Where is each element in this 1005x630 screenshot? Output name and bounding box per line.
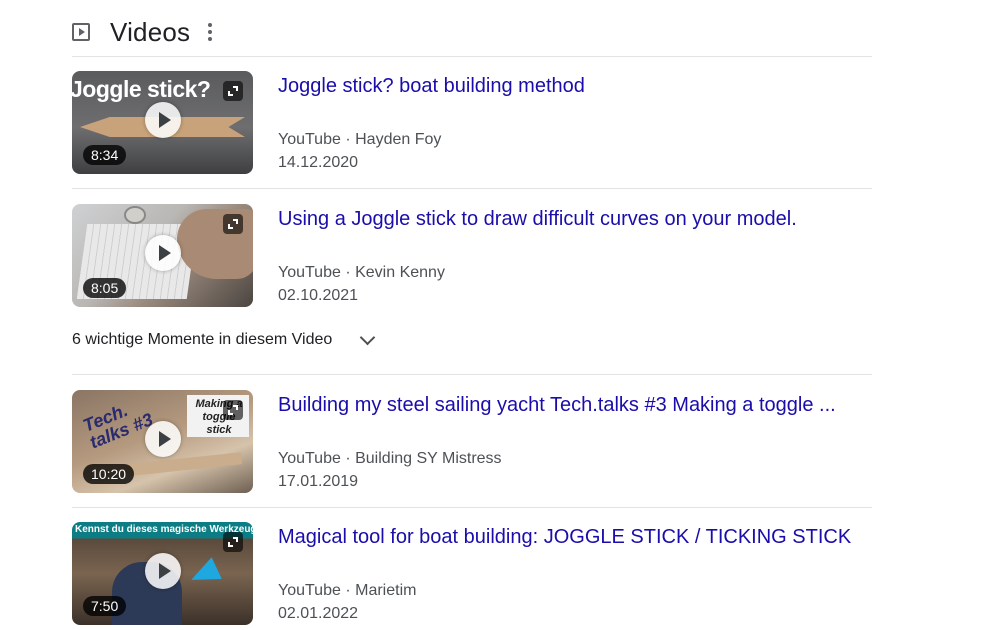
expand-icon[interactable] (223, 532, 243, 552)
channel-name: Kevin Kenny (355, 264, 445, 281)
video-result: 8:05 Using a Joggle stick to draw diffic… (72, 204, 872, 307)
thumbnail-nut (124, 206, 146, 224)
play-icon (145, 553, 181, 589)
video-result: Tech. talks #3 Making a toggle stick 10:… (72, 390, 872, 493)
video-title-link[interactable]: Magical tool for boat building: JOGGLE S… (278, 526, 851, 549)
video-thumbnail[interactable]: Kennst du dieses magische Werkzeug? 7:50 (72, 522, 253, 625)
videos-header: Videos (72, 14, 213, 50)
video-date: 02.10.2021 (278, 287, 359, 304)
expand-icon[interactable] (223, 400, 243, 420)
video-source: YouTube · Building SY Mistress (278, 450, 502, 468)
channel-name: Building SY Mistress (355, 450, 502, 467)
key-moments-label: 6 wichtige Momente in diesem Video (72, 331, 333, 348)
video-title-link[interactable]: Joggle stick? boat building method (278, 75, 585, 98)
expand-icon[interactable] (223, 214, 243, 234)
play-icon (145, 102, 181, 138)
play-icon (145, 235, 181, 271)
video-source: YouTube · Hayden Foy (278, 131, 441, 149)
more-options-icon[interactable] (208, 23, 213, 41)
section-title: Videos (110, 16, 191, 47)
video-date: 02.01.2022 (278, 605, 359, 622)
source-name: YouTube (278, 264, 341, 281)
video-duration: 8:05 (83, 278, 127, 298)
video-date: 17.01.2019 (278, 473, 359, 490)
video-duration: 10:20 (83, 464, 135, 484)
video-title-link[interactable]: Using a Joggle stick to draw difficult c… (278, 208, 797, 231)
channel-name: Marietim (355, 582, 417, 599)
thumbnail-caption: Joggle stick? (72, 76, 211, 102)
chevron-down-icon (360, 329, 376, 345)
video-title-link[interactable]: Building my steel sailing yacht Tech.tal… (278, 394, 836, 417)
video-icon (72, 23, 90, 41)
video-source: YouTube · Marietim (278, 582, 416, 600)
divider (72, 188, 872, 189)
separator: · (345, 582, 351, 599)
separator: · (345, 450, 351, 467)
separator: · (345, 131, 351, 148)
key-moments-toggle[interactable]: 6 wichtige Momente in diesem Video (72, 329, 376, 350)
divider (72, 374, 872, 375)
video-thumbnail[interactable]: Joggle stick? 8:34 (72, 71, 253, 174)
arrow-graphic (186, 557, 222, 591)
video-thumbnail[interactable]: 8:05 (72, 204, 253, 307)
video-duration: 7:50 (83, 596, 127, 616)
channel-name: Hayden Foy (355, 131, 442, 148)
video-duration: 8:34 (83, 145, 127, 165)
source-name: YouTube (278, 450, 341, 467)
video-source: YouTube · Kevin Kenny (278, 264, 445, 282)
video-thumbnail[interactable]: Tech. talks #3 Making a toggle stick 10:… (72, 390, 253, 493)
divider (72, 56, 872, 57)
video-result: Kennst du dieses magische Werkzeug? 7:50… (72, 522, 872, 625)
source-name: YouTube (278, 131, 341, 148)
expand-icon[interactable] (223, 81, 243, 101)
video-result: Joggle stick? 8:34 Joggle stick? boat bu… (72, 71, 872, 174)
play-icon (145, 421, 181, 457)
source-name: YouTube (278, 582, 341, 599)
video-date: 14.12.2020 (278, 154, 359, 171)
separator: · (345, 264, 351, 281)
divider (72, 507, 872, 508)
